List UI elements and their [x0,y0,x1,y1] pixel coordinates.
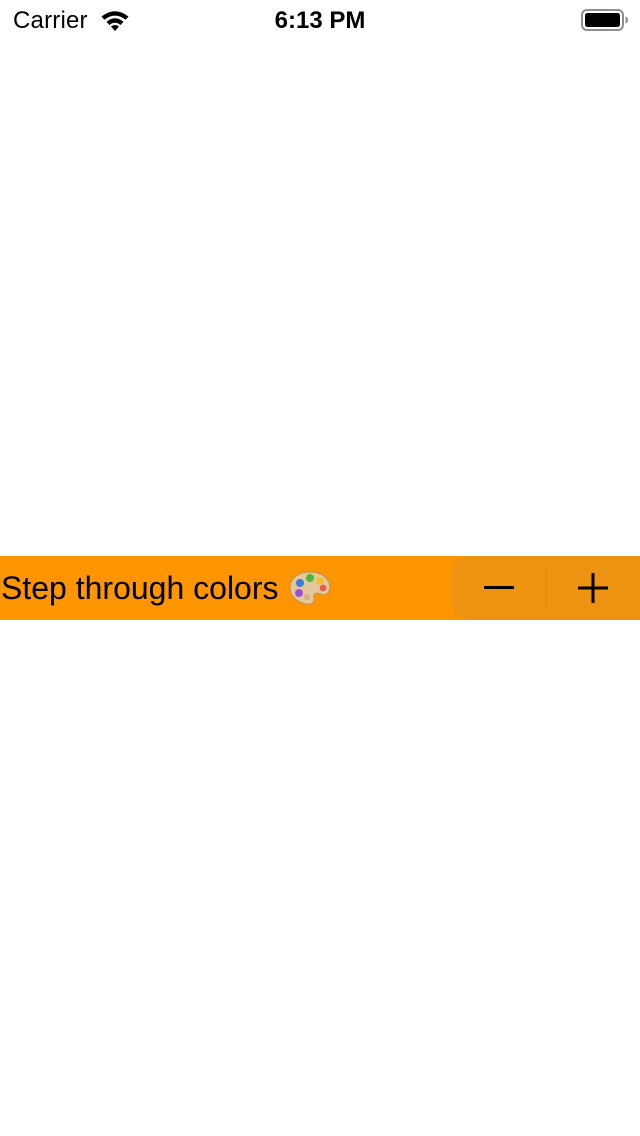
status-time: 6:13 PM [274,7,366,34]
color-stepper-row: Step through colors [0,556,640,620]
status-bar: Carrier 6:13 PM [0,0,640,40]
increment-button[interactable] [547,556,640,620]
stepper-label-container: Step through colors [1,556,331,620]
screen: Carrier 6:13 PM Step through colors [0,0,640,1136]
minus-icon [483,586,514,589]
artist-palette-icon [288,571,331,605]
color-stepper [452,556,640,620]
battery-icon [581,9,628,31]
stepper-label: Step through colors [1,570,279,606]
plus-icon [578,573,609,603]
decrement-button[interactable] [452,556,546,620]
